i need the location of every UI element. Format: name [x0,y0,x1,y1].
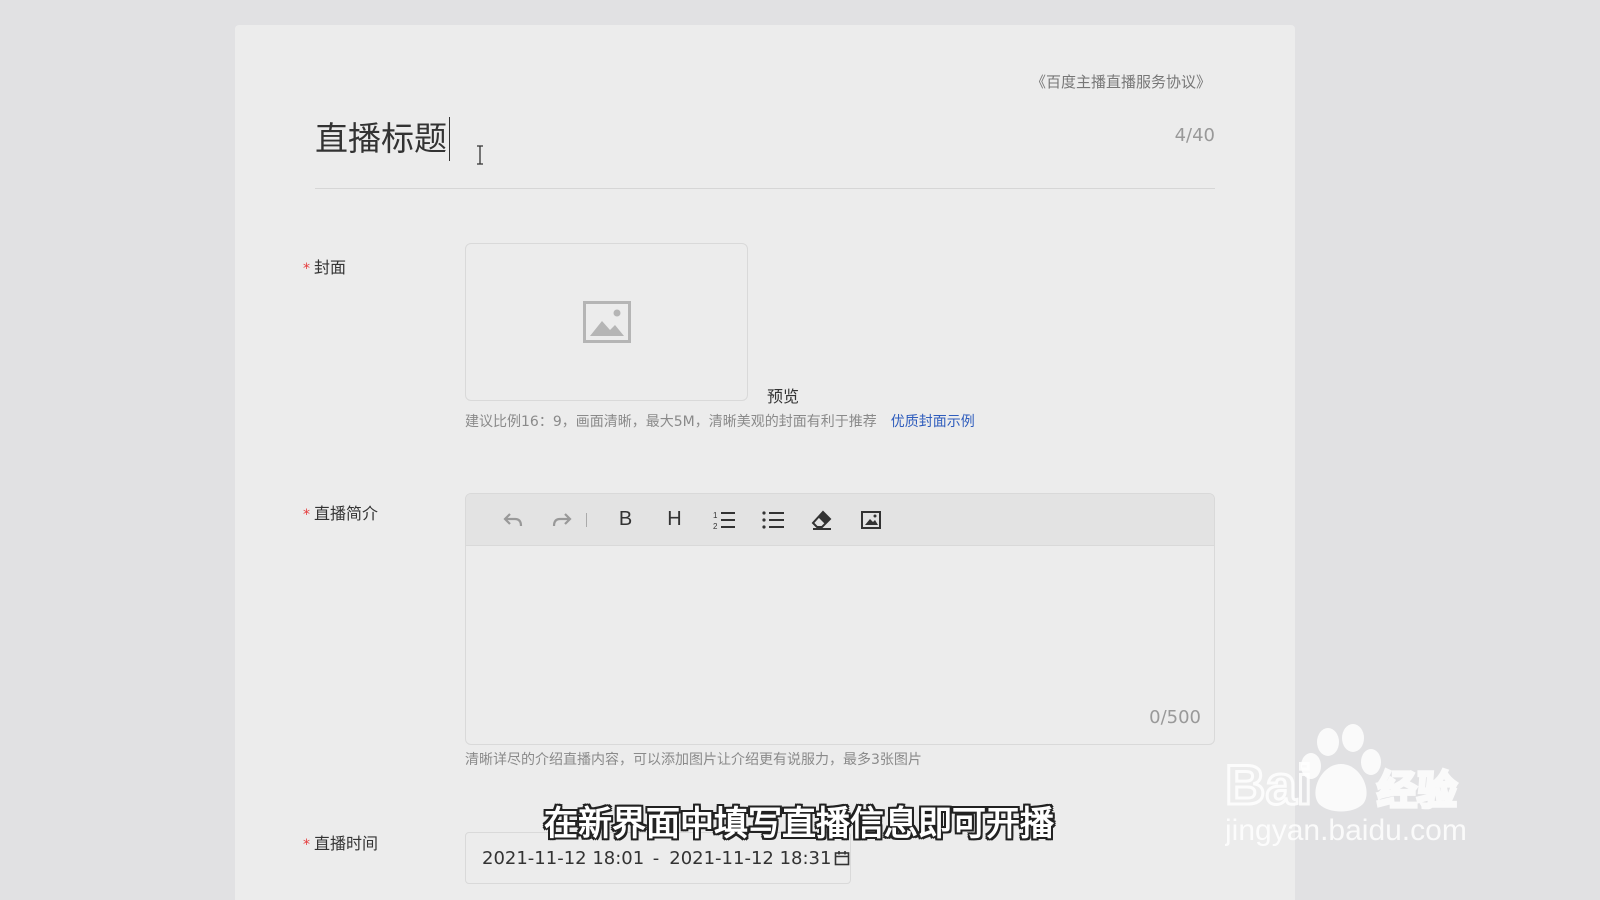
svg-text:经验: 经验 [1377,769,1457,813]
eraser-icon[interactable] [797,504,846,536]
toolbar-separator [586,512,587,527]
intro-hint: 清晰详尽的介绍直播内容，可以添加图片让介绍更有说服力，最多3张图片 [465,752,922,768]
svg-text:1: 1 [713,511,718,520]
time-label: * 直播时间 [303,834,379,853]
ordered-list-icon[interactable]: 12 [699,504,748,536]
cover-example-link[interactable]: 优质封面示例 [891,414,975,430]
cover-label: * 封面 [303,258,347,277]
title-input[interactable]: 直播标题 [315,117,450,161]
bullet-list-icon[interactable] [748,504,797,536]
svg-text:Bai: Bai [1225,753,1312,816]
bold-button[interactable]: B [601,504,650,536]
editor-toolbar: B H 12 [466,494,1214,546]
cover-preview-button[interactable]: 预览 [767,383,799,407]
title-char-count: 4/40 [1174,125,1215,146]
intro-editor[interactable]: B H 12 0/500 [465,493,1215,745]
agreement-link[interactable]: 《百度主播直播服务协议》 [1031,71,1211,92]
text-cursor-icon [477,145,483,165]
svg-text:2: 2 [713,522,718,530]
image-placeholder-icon [582,301,631,343]
video-subtitle: 在新界面中填写直播信息即可开播 [544,804,1054,844]
heading-button[interactable]: H [650,504,699,536]
start-time-input[interactable]: 2021-11-12 18:01 [482,848,643,869]
undo-icon[interactable] [488,504,537,536]
image-icon[interactable] [846,504,895,536]
live-form-card: 《百度主播直播服务协议》 直播标题 4/40 * 封面 预览 建议比例16：9，画… [235,25,1295,900]
intro-label: * 直播简介 [303,504,379,523]
time-range-dash: - [652,847,660,869]
baidu-jingyan-watermark: Bai 经验 jingyan.baidu.com [1225,724,1467,847]
svg-text:jingyan.baidu.com: jingyan.baidu.com [1225,814,1467,847]
end-time-input[interactable]: 2021-11-12 18:31 [669,848,830,869]
cover-upload-box[interactable] [465,243,748,401]
calendar-icon[interactable] [834,850,850,866]
redo-icon[interactable] [537,504,586,536]
cover-hint: 建议比例16：9，画面清晰，最大5M，清晰美观的封面有利于推荐 优质封面示例 [465,414,975,430]
title-field[interactable]: 直播标题 4/40 [315,113,1215,189]
intro-char-count: 0/500 [1149,707,1201,728]
